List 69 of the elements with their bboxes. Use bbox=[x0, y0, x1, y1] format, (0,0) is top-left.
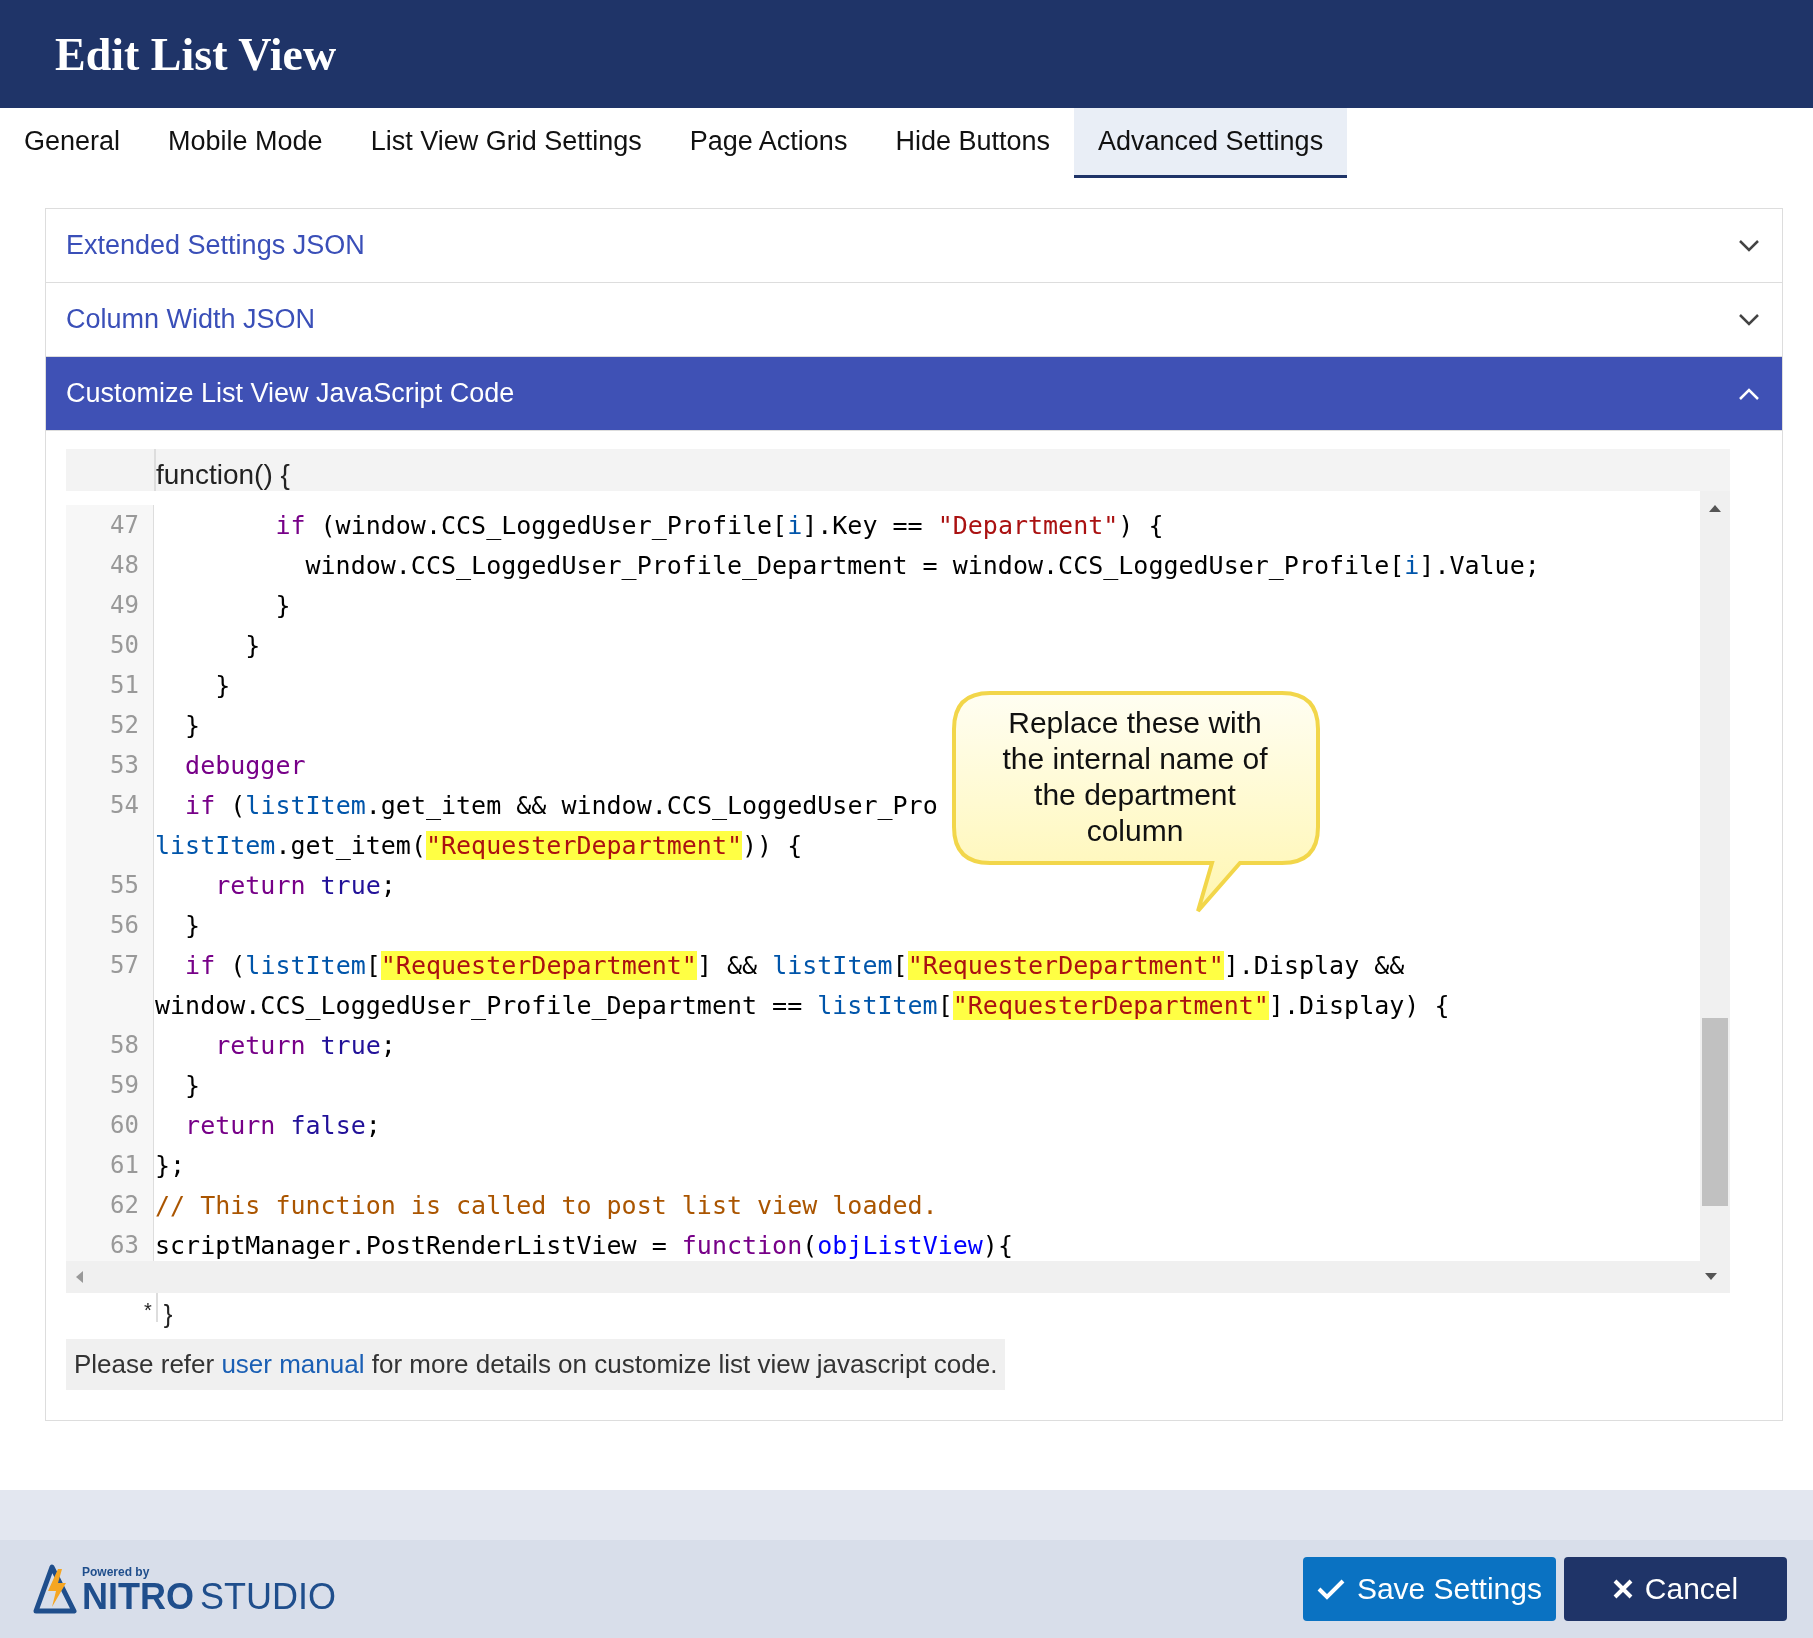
chevron-down-icon bbox=[1738, 312, 1760, 327]
code-line: return false; bbox=[184, 1110, 381, 1140]
scrollbar-thumb[interactable] bbox=[1702, 1018, 1728, 1206]
cancel-button[interactable]: Cancel bbox=[1564, 1557, 1787, 1621]
line-number: 52 bbox=[66, 705, 154, 745]
help-note: Please refer user manual for more details on customize list view javascript code. bbox=[66, 1339, 1006, 1390]
tab[interactable]: Hide Buttons bbox=[871, 108, 1074, 178]
section-title: Customize List View JavaScript Code bbox=[66, 378, 515, 409]
line-number: 58 bbox=[66, 1025, 154, 1065]
save-button[interactable]: Save Settings bbox=[1302, 1557, 1556, 1621]
code-line: } bbox=[184, 710, 201, 740]
line-number: 54 bbox=[66, 785, 154, 825]
code-line: if (window.CCS_LoggedUser_Profile[i].Key == "Department") { bbox=[274, 510, 1164, 540]
code-line: } bbox=[274, 590, 291, 620]
marker-text: * bbox=[144, 1293, 158, 1322]
code-line: } bbox=[214, 670, 231, 700]
line-number: 56 bbox=[66, 905, 154, 945]
chevron-up-icon bbox=[1738, 386, 1760, 401]
user-manual-link[interactable]: user manual bbox=[221, 1349, 365, 1379]
chevron-down-icon bbox=[1738, 238, 1760, 253]
code-line: } bbox=[184, 1070, 201, 1100]
line-number: 60 bbox=[66, 1105, 154, 1145]
line-number: 57 bbox=[66, 945, 154, 985]
callout-text: Replace these with the internal name of the department column bbox=[1001, 705, 1269, 849]
scroll-down-icon[interactable] bbox=[1704, 1272, 1718, 1282]
line-number: 48 bbox=[66, 545, 154, 585]
window-title: Edit List View bbox=[55, 27, 337, 81]
code-line: listItem.get_item("RequesterDepartment")) { bbox=[154, 830, 803, 860]
function-header: function() { bbox=[156, 459, 290, 491]
code-line: } bbox=[244, 630, 261, 660]
accordion-header[interactable]: Customize List View JavaScript Code bbox=[46, 357, 1782, 431]
tab[interactable]: General bbox=[0, 108, 145, 178]
code-line: return true; bbox=[214, 870, 396, 900]
tab[interactable]: Mobile Mode bbox=[144, 108, 347, 178]
lightning-triangle-logo-icon bbox=[32, 1563, 78, 1615]
code-line: return true; bbox=[214, 1030, 396, 1060]
line-number: 63 bbox=[66, 1225, 154, 1261]
logo-tagline: Powered by bbox=[82, 1565, 151, 1579]
tab[interactable]: List View Grid Settings bbox=[346, 108, 666, 178]
close-icon bbox=[1612, 1579, 1633, 1599]
checkmark-icon bbox=[1316, 1578, 1345, 1600]
logo-brand: NITRO bbox=[82, 1579, 194, 1615]
line-number: 62 bbox=[66, 1185, 154, 1225]
section-title: Column Width JSON bbox=[66, 304, 316, 335]
code-line: window.CCS_LoggedUser_Profile_Department == listItem["RequesterDepartment"].Display) { bbox=[154, 990, 1450, 1020]
line-number: 53 bbox=[66, 745, 154, 785]
line-number: 50 bbox=[66, 625, 154, 665]
code-line: if (listItem["RequesterDepartment"] && listItem["RequesterDepartment"].Display && bbox=[184, 950, 1405, 980]
section-title: Extended Settings JSON bbox=[66, 230, 365, 261]
code-line: debugger bbox=[184, 750, 306, 780]
tab[interactable]: Page Actions bbox=[665, 108, 872, 178]
scroll-up-icon[interactable] bbox=[1708, 503, 1722, 513]
code-line: }; bbox=[154, 1150, 186, 1180]
code-line: // This function is called to post list view loaded. bbox=[154, 1190, 938, 1220]
tab[interactable]: Advanced Settings bbox=[1074, 108, 1348, 178]
code-line: if (listItem.get_item && window.CCS_LoggedUser_Pro bbox=[184, 790, 938, 820]
line-number: 49 bbox=[66, 585, 154, 625]
logo-brand: STUDIO bbox=[200, 1579, 336, 1615]
code-line: } bbox=[184, 910, 201, 940]
line-number: 59 bbox=[66, 1065, 154, 1105]
code-line: window.CCS_LoggedUser_Profile_Department = window.CCS_LoggedUser_Profile[i].Value; bbox=[304, 550, 1540, 580]
line-number: 61 bbox=[66, 1145, 154, 1185]
code-editor[interactable] bbox=[66, 449, 1730, 1335]
scroll-left-icon[interactable] bbox=[74, 1270, 84, 1284]
line-number: 51 bbox=[66, 665, 154, 705]
closing-brace: } bbox=[163, 1298, 173, 1330]
code-line: scriptManager.PostRenderListView = function(objListView){ bbox=[154, 1230, 1013, 1260]
line-number: 55 bbox=[66, 865, 154, 905]
line-number: 47 bbox=[66, 505, 154, 545]
